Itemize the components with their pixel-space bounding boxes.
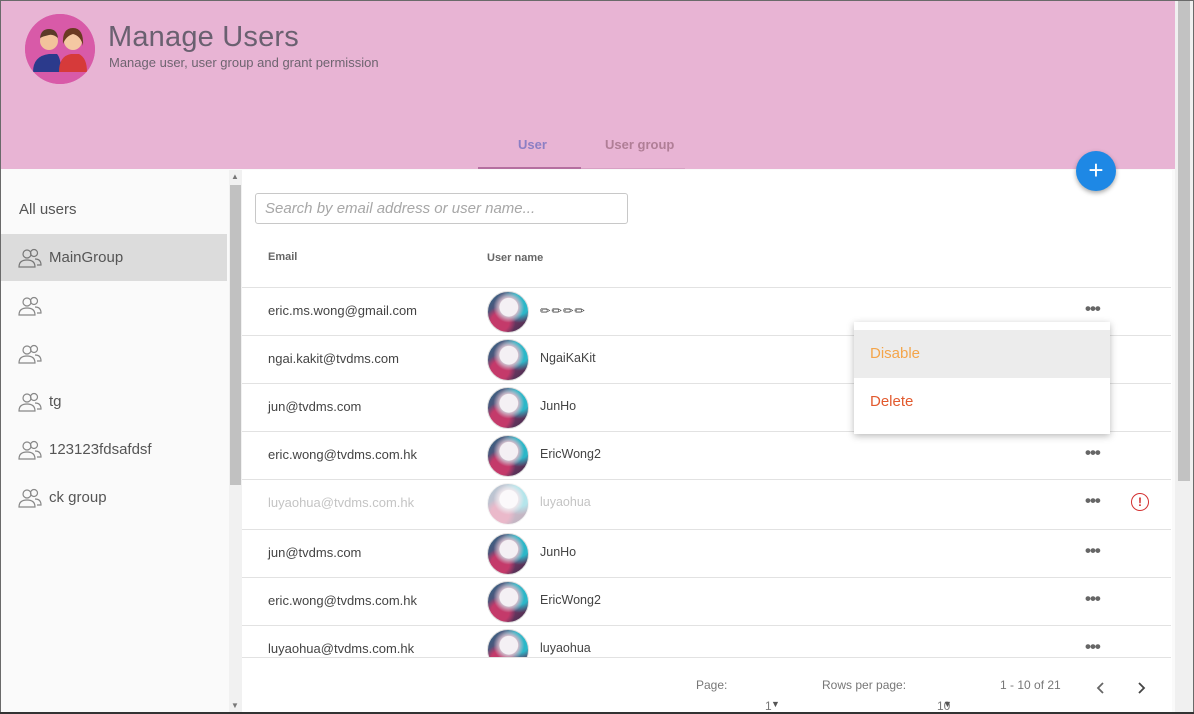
tab-divider: [581, 168, 685, 169]
user-email: jun@tvdms.com: [268, 399, 362, 414]
column-header-email: Email: [268, 251, 298, 263]
sidebar-item-123123fdsafdsf[interactable]: 123123fdsafdsf: [1, 426, 227, 473]
more-options-icon[interactable]: •••: [1085, 491, 1107, 510]
user-name: JunHo: [540, 399, 577, 413]
page-header: Manage Users Manage user, user group and…: [1, 1, 1175, 169]
user-avatar: [487, 291, 529, 333]
user-avatar: [487, 533, 529, 575]
users-logo-icon: [25, 14, 95, 84]
dropdown-arrow-icon: ▼: [771, 699, 780, 709]
pagination-bar: Page: 1 ▼ Rows per page: 10 ▼ 1 - 10 of 21: [242, 657, 1172, 713]
sidebar-item-label: 123123fdsafdsf: [49, 441, 152, 458]
sidebar-item-group-unnamed-2[interactable]: [1, 330, 227, 377]
user-avatar: [487, 387, 529, 429]
group-icon: [18, 344, 42, 364]
table-row[interactable]: eric.wong@tvdms.com.hk EricWong2 •••: [242, 431, 1171, 479]
app-window: Manage Users Manage user, user group and…: [0, 0, 1194, 714]
dropdown-arrow-icon: ▼: [943, 699, 952, 709]
search-input[interactable]: [255, 193, 628, 224]
group-icon: [18, 296, 42, 316]
add-user-button[interactable]: +: [1076, 151, 1116, 191]
user-email: eric.ms.wong@gmail.com: [268, 303, 418, 318]
sidebar-item-tg[interactable]: tg: [1, 378, 227, 425]
user-name: EricWong2: [540, 593, 601, 607]
tab-user-group[interactable]: User group: [605, 137, 674, 152]
pagination-range: 1 - 10 of 21: [1000, 678, 1061, 692]
sidebar-scrollbar[interactable]: ▲ ▼: [229, 170, 242, 713]
more-options-icon[interactable]: •••: [1085, 637, 1107, 656]
table-row[interactable]: eric.wong@tvdms.com.hk EricWong2 •••: [242, 577, 1171, 625]
user-avatar: [487, 339, 529, 381]
user-name: EricWong2: [540, 447, 601, 461]
group-icon: [18, 488, 42, 508]
sidebar-item-label: MainGroup: [49, 249, 124, 266]
group-icon: [18, 440, 42, 460]
table-row-disabled[interactable]: luyaohua@tvdms.com.hk luyaohua ••• !: [242, 479, 1171, 529]
user-email: eric.wong@tvdms.com.hk: [268, 447, 418, 462]
scroll-down-icon[interactable]: ▼: [231, 701, 239, 710]
page-subtitle: Manage user, user group and grant permis…: [109, 55, 379, 70]
user-avatar: [487, 483, 529, 525]
user-email: luyaohua@tvdms.com.hk: [268, 495, 415, 510]
group-sidebar: All users MainGroup tg 123123fdsafdsf ck…: [1, 170, 229, 713]
table-row[interactable]: jun@tvdms.com JunHo •••: [242, 529, 1171, 577]
row-context-menu: Disable Delete: [854, 322, 1110, 434]
user-table-panel: Email User name eric.ms.wong@gmail.com ✏…: [242, 170, 1172, 713]
sidebar-item-group-unnamed-1[interactable]: [1, 282, 227, 329]
sidebar-item-label: ck group: [49, 489, 107, 506]
user-name: NgaiKaKit: [540, 351, 596, 365]
page-scrollbar[interactable]: [1175, 1, 1193, 713]
user-name: ✏✏✏✏: [540, 304, 586, 318]
sidebar-item-label: tg: [49, 393, 62, 410]
more-options-icon[interactable]: •••: [1085, 589, 1107, 608]
more-options-icon[interactable]: •••: [1085, 299, 1107, 318]
user-email: eric.wong@tvdms.com.hk: [268, 593, 418, 608]
user-email: luyaohua@tvdms.com.hk: [268, 641, 415, 656]
sidebar-item-maingroup[interactable]: MainGroup: [1, 234, 227, 281]
user-avatar: [487, 435, 529, 477]
rows-per-page-label: Rows per page:: [822, 678, 907, 692]
active-tab-indicator: [478, 167, 581, 169]
warning-icon: !: [1131, 493, 1149, 511]
user-email: ngai.kakit@tvdms.com: [268, 351, 399, 366]
more-options-icon[interactable]: •••: [1085, 443, 1107, 462]
user-email: jun@tvdms.com: [268, 545, 362, 560]
user-name: JunHo: [540, 545, 577, 559]
sidebar-scrollbar-thumb[interactable]: [230, 185, 241, 485]
page-scrollbar-thumb[interactable]: [1178, 1, 1190, 481]
next-page-icon[interactable]: [1131, 678, 1151, 698]
delete-menu-item[interactable]: Delete: [854, 378, 1110, 426]
page-label: Page:: [696, 678, 728, 692]
scroll-up-icon[interactable]: ▲: [231, 172, 239, 181]
user-name: luyaohua: [540, 641, 591, 655]
group-icon: [18, 392, 42, 412]
footer-divider: [242, 657, 1171, 658]
previous-page-icon[interactable]: [1091, 678, 1111, 698]
sidebar-item-all-users[interactable]: All users: [1, 186, 227, 233]
user-avatar: [487, 581, 529, 623]
page-title: Manage Users: [108, 21, 299, 53]
user-name: luyaohua: [540, 495, 591, 509]
sidebar-item-ck-group[interactable]: ck group: [1, 474, 227, 521]
disable-menu-item[interactable]: Disable: [854, 330, 1110, 378]
column-header-username: User name: [487, 252, 544, 264]
tab-user[interactable]: User: [518, 137, 547, 152]
more-options-icon[interactable]: •••: [1085, 541, 1107, 560]
group-icon: [18, 248, 42, 268]
